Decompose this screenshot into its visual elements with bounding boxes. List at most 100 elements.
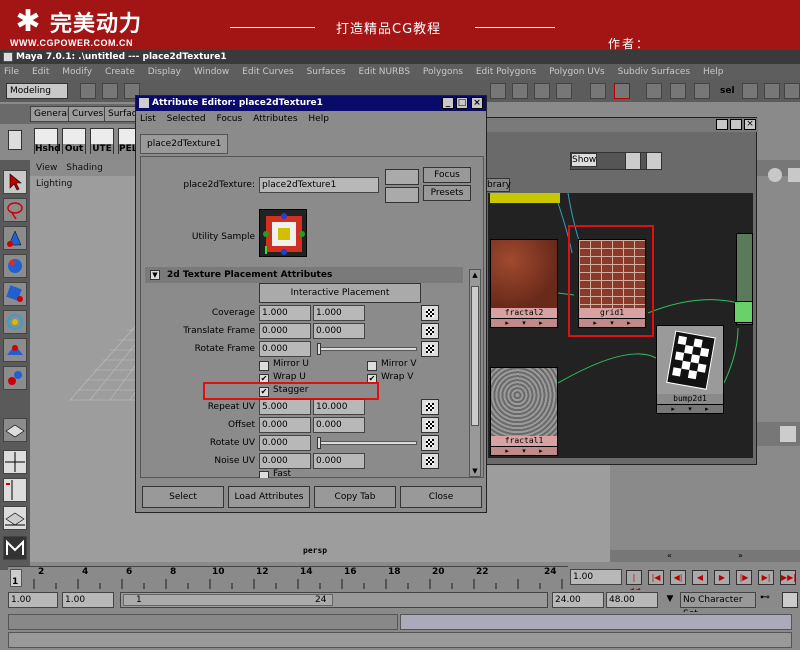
- render-view-icon[interactable]: [768, 168, 782, 182]
- ae-menu-attributes[interactable]: Attributes: [253, 114, 297, 124]
- construction-history-icon[interactable]: [614, 83, 630, 99]
- channel-box-icon[interactable]: [784, 83, 800, 99]
- menu-polygon-uvs[interactable]: Polygon UVs: [549, 67, 605, 77]
- menu-surfaces[interactable]: Surfaces: [307, 67, 346, 77]
- soft-mod-tool-icon[interactable]: [3, 366, 27, 390]
- manipulator-tool-icon[interactable]: [3, 338, 27, 362]
- maximize-icon[interactable]: □: [456, 97, 468, 109]
- noise-u-field[interactable]: 0.000: [259, 453, 311, 469]
- menu-help[interactable]: Help: [703, 67, 724, 77]
- fast-checkbox[interactable]: [259, 471, 269, 478]
- snap-point-icon[interactable]: [534, 83, 550, 99]
- node-ports[interactable]: ▸ ▾ ▸: [657, 404, 723, 413]
- history-icon[interactable]: [590, 83, 606, 99]
- noise-v-field[interactable]: 0.000: [313, 453, 365, 469]
- noise-uv-map-button[interactable]: [421, 453, 439, 469]
- scroll-thumb[interactable]: [471, 286, 479, 426]
- layout-outliner-icon[interactable]: [3, 478, 27, 502]
- repeat-v-field[interactable]: 10.000: [313, 399, 365, 415]
- panel-icon[interactable]: [788, 168, 800, 182]
- viewport-menu-lighting[interactable]: Lighting: [36, 179, 72, 189]
- offset-map-button[interactable]: [421, 417, 439, 433]
- menu-edit[interactable]: Edit: [32, 67, 49, 77]
- layout-four-icon[interactable]: [3, 450, 27, 474]
- output-connection-icon[interactable]: [385, 187, 419, 203]
- translate-frame-map-button[interactable]: [421, 323, 439, 339]
- tool-settings-icon[interactable]: [780, 426, 796, 442]
- lasso-tool-icon[interactable]: [3, 198, 27, 222]
- node-name-field[interactable]: place2dTexture1: [259, 177, 379, 193]
- shelf-tab-general[interactable]: General: [30, 106, 74, 122]
- snap-curve-icon[interactable]: [512, 83, 528, 99]
- rotate-frame-field[interactable]: 0.000: [259, 341, 311, 357]
- menu-window[interactable]: Window: [194, 67, 230, 77]
- rotate-uv-slider[interactable]: [317, 441, 417, 445]
- playback-start-field[interactable]: 1.00: [62, 592, 114, 608]
- scale-tool-icon[interactable]: [3, 310, 27, 334]
- node-fractal2[interactable]: fractal2 ▸ ▾ ▸: [490, 239, 558, 328]
- offset-v-field[interactable]: 0.000: [313, 417, 365, 433]
- step-back-icon[interactable]: |◀: [648, 570, 664, 585]
- hypershade-graph[interactable]: fractal2 ▸ ▾ ▸ grid1 ▸ ▾ ▸ fractal1 ▸ ▾ …: [488, 193, 753, 458]
- rotate-uv-map-button[interactable]: [421, 435, 439, 451]
- step-forward-key-icon[interactable]: |▶: [736, 570, 752, 585]
- menu-modify[interactable]: Modify: [62, 67, 92, 77]
- rotate-uv-field[interactable]: 0.000: [259, 435, 311, 451]
- mirror-u-checkbox[interactable]: [259, 361, 269, 371]
- show-button[interactable]: Show: [571, 153, 597, 167]
- range-slider[interactable]: 1 24: [120, 592, 548, 608]
- close-button[interactable]: Close: [400, 486, 482, 508]
- move-tool-icon[interactable]: [3, 254, 27, 278]
- attr-editor-icon[interactable]: [764, 83, 780, 99]
- shelf-button-ute[interactable]: UTE: [90, 128, 114, 154]
- repeat-uv-map-button[interactable]: [421, 399, 439, 415]
- layout-graph-only-icon[interactable]: [646, 152, 662, 170]
- scroll-up-icon[interactable]: ▲: [471, 270, 479, 280]
- minimize-icon[interactable]: _: [442, 97, 454, 109]
- viewport-menu-view[interactable]: View: [36, 163, 57, 173]
- key-icon[interactable]: ⊷: [760, 592, 780, 608]
- render-icon[interactable]: [646, 83, 662, 99]
- menu-edit-curves[interactable]: Edit Curves: [242, 67, 294, 77]
- play-forwards-icon[interactable]: ▶: [714, 570, 730, 585]
- translate-frame-u-field[interactable]: 0.000: [259, 323, 311, 339]
- minimize-icon[interactable]: [716, 119, 728, 130]
- attribute-scrollbar[interactable]: ▲ ▼: [469, 269, 481, 477]
- collapse-icon[interactable]: ▼: [150, 270, 160, 280]
- open-scene-icon[interactable]: [102, 83, 118, 99]
- time-slider[interactable]: 1 2 4 6 8 10 12 14 16 18 20 22 24: [8, 566, 568, 589]
- focus-button[interactable]: Focus: [423, 167, 471, 183]
- go-to-start-icon[interactable]: |◀◀: [626, 570, 642, 595]
- rotate-uv-slider-handle[interactable]: [317, 437, 321, 449]
- mode-dropdown[interactable]: Modeling: [6, 83, 68, 99]
- layout-single-icon[interactable]: [3, 418, 27, 442]
- close-icon[interactable]: ×: [471, 97, 483, 109]
- shelf-button-outliner[interactable]: Out: [62, 128, 86, 154]
- repeat-u-field[interactable]: 5.000: [259, 399, 311, 415]
- ipr-render-icon[interactable]: [670, 83, 686, 99]
- range-slider-handle[interactable]: 1: [123, 594, 333, 606]
- coverage-u-field[interactable]: 1.000: [259, 305, 311, 321]
- scroll-down-icon[interactable]: ▼: [471, 466, 479, 476]
- shelf-button-hypershade[interactable]: Hshd: [34, 128, 61, 154]
- menu-edit-polygons[interactable]: Edit Polygons: [476, 67, 536, 77]
- render-globals-icon[interactable]: [694, 83, 710, 99]
- snap-plane-icon[interactable]: [556, 83, 572, 99]
- viewport-menu-shading[interactable]: Shading: [66, 163, 103, 173]
- presets-button[interactable]: Presets: [423, 185, 471, 201]
- character-set-field[interactable]: No Character Set: [680, 592, 756, 619]
- coverage-v-field[interactable]: 1.000: [313, 305, 365, 321]
- shelf-menu-icon[interactable]: [8, 130, 22, 150]
- node-fractal1[interactable]: fractal1 ▸ ▾ ▸: [490, 367, 558, 456]
- snap-grid-icon[interactable]: [490, 83, 506, 99]
- menu-subdiv-surfaces[interactable]: Subdiv Surfaces: [618, 67, 691, 77]
- coverage-map-button[interactable]: [421, 305, 439, 321]
- load-attributes-button[interactable]: Load Attributes: [228, 486, 310, 508]
- go-to-end-icon[interactable]: ▶▶|: [780, 570, 796, 585]
- playback-end-field[interactable]: 24.00: [552, 592, 604, 608]
- play-backwards-icon[interactable]: ◀: [692, 570, 708, 585]
- input-connection-icon[interactable]: [385, 169, 419, 185]
- ae-menu-list[interactable]: List: [140, 114, 156, 124]
- rotate-frame-map-button[interactable]: [421, 341, 439, 357]
- library-tab[interactable]: brary: [486, 178, 511, 192]
